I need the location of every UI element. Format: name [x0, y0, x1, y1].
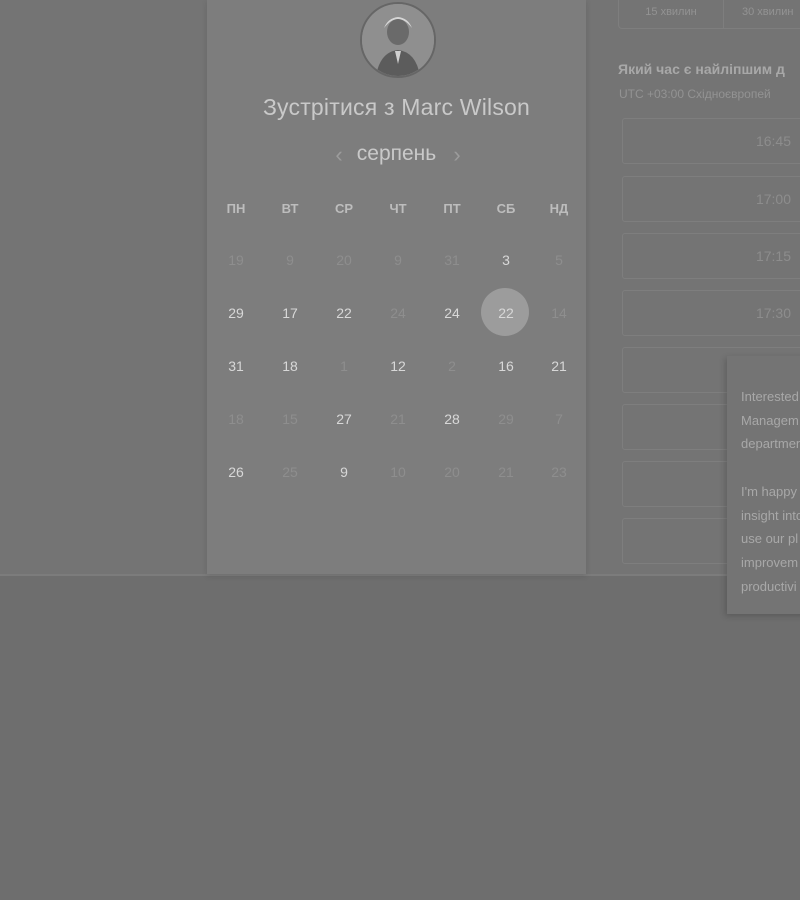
calendar-day: 1 [340, 358, 348, 374]
calendar-day: 9 [286, 252, 294, 268]
calendar-day[interactable]: 26 [216, 463, 256, 481]
calendar-day: 15 [282, 411, 298, 427]
calendar-day: 14 [551, 305, 567, 321]
tooltip-text-line: I'm happy [741, 483, 797, 499]
calendar-day[interactable]: 28 [432, 410, 472, 428]
tooltip-text-line: productivi [741, 578, 797, 594]
time-slot-label: 16:45 [755, 133, 791, 149]
best-time-heading: Який час є найліпшим д [618, 61, 785, 77]
calendar-day[interactable]: 17 [270, 304, 310, 322]
calendar-day: 2 [448, 358, 456, 374]
calendar-day: 29 [498, 411, 514, 427]
tooltip-text-line: departmen [741, 436, 800, 452]
calendar-day: 20 [444, 464, 460, 480]
calendar-day[interactable]: 22 [324, 304, 364, 322]
calendar-day: 9 [394, 252, 402, 268]
calendar-day[interactable]: 24 [432, 304, 472, 322]
calendar-day: 19 [228, 252, 244, 268]
calendar-day: 21 [390, 411, 406, 427]
calendar-day: 23 [551, 464, 567, 480]
time-slot-button[interactable]: 17:15 [622, 233, 800, 279]
calendar-day[interactable]: 16 [486, 357, 526, 375]
tab-15-min[interactable]: 15 хвилин [619, 0, 724, 28]
duration-tabs: 15 хвилин 30 хвилин [618, 0, 800, 29]
calendar-day: 10 [390, 464, 406, 480]
time-slot-label: 17:15 [755, 248, 791, 264]
time-slot-button[interactable]: 16:45 [622, 118, 800, 164]
calendar-day: 18 [228, 411, 244, 427]
calendar-day[interactable]: 12 [378, 357, 418, 375]
time-slot-button[interactable]: 17:30 [622, 290, 800, 336]
tooltip-text-line: Interested [741, 389, 799, 404]
calendar-day[interactable]: 21 [539, 357, 579, 375]
calendar-card: Зустрітися з Marc Wilson ‹ серпень › ПН В… [207, 0, 586, 574]
calendar-day[interactable]: 31 [216, 357, 256, 375]
time-slot-label: 17:30 [755, 305, 791, 321]
time-slot-label: 17:00 [755, 191, 791, 207]
calendar-day[interactable]: 29 [216, 304, 256, 322]
tooltip-text-line: insight into [741, 507, 800, 523]
tooltip-text-line: use our pl [741, 531, 799, 547]
tooltip-text-line: Managem [741, 412, 799, 428]
calendar-day: 5 [555, 252, 563, 268]
calendar-day: 21 [498, 464, 514, 480]
time-slot-button[interactable]: 17:00 [622, 176, 800, 222]
tooltip-text-line: improvem [741, 554, 799, 570]
tab-30-min[interactable]: 30 хвилин [724, 0, 800, 28]
calendar-day[interactable]: 9 [324, 463, 364, 481]
host-description-tooltip: Interested Managem departmen I'm happy insig… [727, 356, 800, 614]
calendar-grid: 19 9 20 9 31 3 5 29 17 22 24 24 22 14 31 18 1 12 2 16 21 18 15… [207, 0, 586, 574]
timezone-label[interactable]: UTC +03:00 Східноєвропей [619, 87, 771, 101]
calendar-day: 24 [390, 305, 406, 321]
divider [0, 574, 800, 576]
calendar-day: 31 [444, 252, 460, 268]
calendar-day-selected[interactable]: 22 [486, 304, 526, 322]
calendar-day: 7 [555, 411, 563, 427]
calendar-day: 25 [282, 464, 298, 480]
calendar-day[interactable]: 18 [270, 357, 310, 375]
calendar-day[interactable]: 3 [486, 251, 526, 269]
calendar-day: 20 [336, 252, 352, 268]
calendar-day[interactable]: 27 [324, 410, 364, 428]
